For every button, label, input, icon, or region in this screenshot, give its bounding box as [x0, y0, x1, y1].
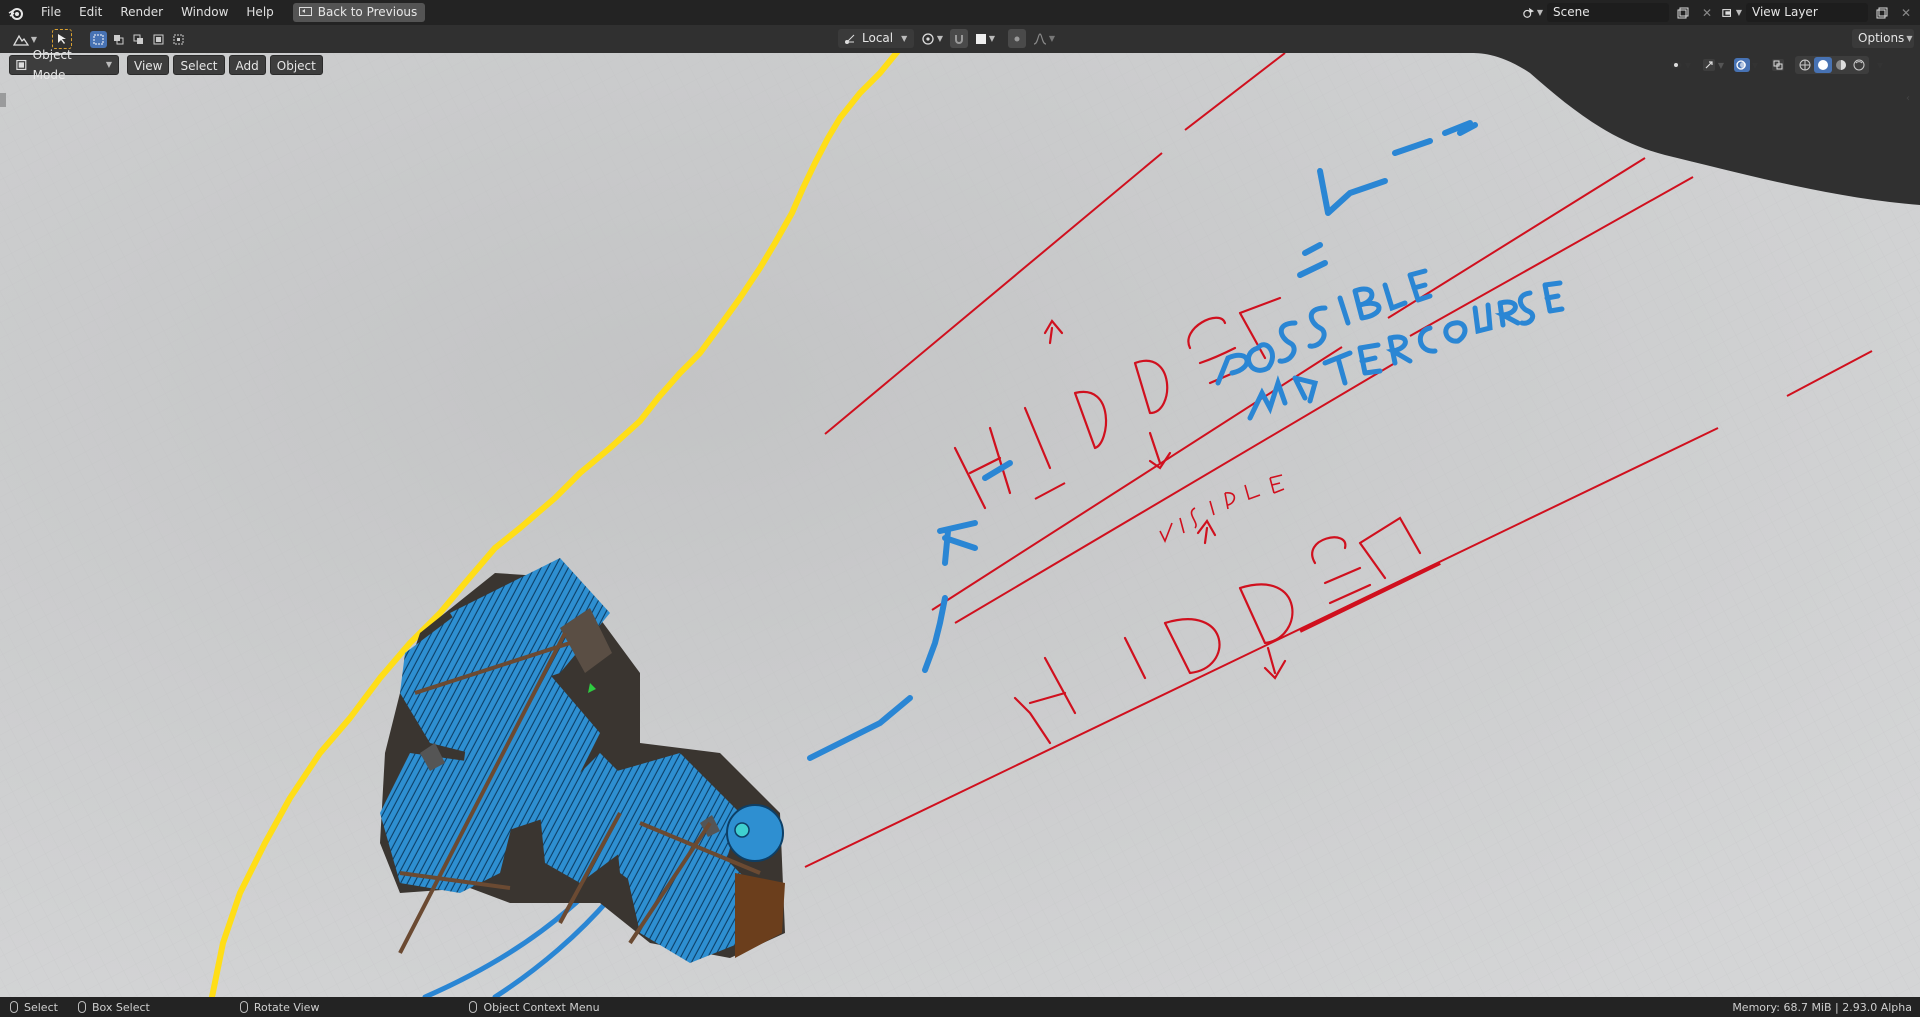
view-layer-icon[interactable]: ▼ — [1722, 3, 1742, 22]
top-bar: File Edit Render Window Help Back to Pre… — [0, 0, 1920, 25]
orientation-label: Local — [862, 31, 894, 45]
view-layer-selector: ▼ View Layer ✕ — [1722, 3, 1916, 22]
rendered-shading-icon[interactable] — [1850, 57, 1868, 73]
mouse-middle-icon — [239, 1001, 248, 1013]
status-box-select: Box Select — [77, 1000, 150, 1014]
toolbar-toggle-icon[interactable] — [0, 93, 6, 107]
transform-controls: Local ▼ ▼ ▼ ▼ — [838, 29, 1058, 48]
material-shading-icon[interactable] — [1832, 57, 1850, 73]
options-label: Options — [1858, 31, 1905, 45]
falloff-icon[interactable]: ▼ — [1030, 29, 1058, 48]
solid-shading-icon[interactable] — [1814, 57, 1832, 73]
select-extend-icon[interactable] — [110, 31, 127, 48]
options-dropdown[interactable]: Options ▼ — [1852, 29, 1914, 48]
menu-file[interactable]: File — [32, 0, 70, 25]
select-menu[interactable]: Select — [173, 55, 225, 75]
view-layer-field[interactable]: View Layer — [1746, 3, 1868, 22]
selection-mode-buttons — [90, 31, 187, 48]
object-mode-icon — [16, 59, 27, 71]
3d-viewport[interactable]: ‹ — [0, 53, 1920, 997]
menu-window[interactable]: Window — [172, 0, 237, 25]
status-rotate-label: Rotate View — [253, 1000, 320, 1014]
xray-toggle-icon[interactable] — [1768, 56, 1788, 75]
status-context-menu: Object Context Menu — [469, 1000, 600, 1014]
add-menu[interactable]: Add — [228, 55, 266, 75]
snap-target-icon[interactable]: ▼ — [972, 29, 998, 48]
status-select: Select — [10, 1001, 58, 1014]
status-bar: Select Box Select Rotate View Object Con… — [0, 997, 1920, 1017]
shading-options-icon[interactable]: ▼ — [1872, 56, 1886, 75]
status-box-select-label: Box Select — [91, 1000, 150, 1014]
status-rotate-view: Rotate View — [239, 1000, 320, 1014]
proportional-editing-icon[interactable] — [1008, 29, 1026, 48]
back-button-label: Back to Previous — [317, 5, 418, 19]
memory-stats: Memory: 68.7 MiB | 2.93.0 Alpha — [1732, 1000, 1912, 1014]
scene-icon[interactable]: ▼ — [1523, 3, 1543, 22]
overlays-toggle-icon[interactable]: ▼ — [1731, 56, 1761, 75]
viewport-shading-controls: ▼ ▼ ▼ ▼ — [1665, 55, 1886, 75]
delete-view-layer-icon[interactable]: ✕ — [1896, 3, 1916, 22]
menu-edit[interactable]: Edit — [70, 0, 111, 25]
sidebar-toggle-icon[interactable]: ‹ — [1906, 93, 1914, 107]
tool-header: ▼ Local ▼ ▼ ▼ ▼ Options ▼ — [0, 25, 1920, 54]
transform-orientation-dropdown[interactable]: Local ▼ — [838, 29, 914, 48]
mouse-left-icon — [10, 1001, 18, 1013]
select-intersect-icon[interactable] — [170, 31, 187, 48]
menu-render[interactable]: Render — [111, 0, 172, 25]
pivot-point-icon[interactable]: ▼ — [918, 29, 946, 48]
delete-scene-icon[interactable]: ✕ — [1697, 3, 1717, 22]
mouse-drag-icon — [77, 1001, 86, 1013]
snap-toggle-icon[interactable] — [950, 29, 968, 48]
new-view-layer-icon[interactable] — [1872, 3, 1892, 22]
object-mode-dropdown[interactable]: Object Mode ▼ — [9, 48, 119, 82]
view-menu[interactable]: View — [127, 55, 170, 75]
new-scene-icon[interactable] — [1673, 3, 1693, 22]
scene-selector: ▼ Scene ✕ — [1523, 3, 1717, 22]
screen-icon — [298, 7, 312, 16]
wireframe-shading-icon[interactable] — [1796, 57, 1814, 73]
status-select-label: Select — [24, 1000, 58, 1014]
orientation-icon — [845, 34, 855, 44]
menu-help[interactable]: Help — [237, 0, 282, 25]
object-mode-label: Object Mode — [32, 48, 72, 82]
back-to-previous-button[interactable]: Back to Previous — [292, 3, 426, 22]
object-menu[interactable]: Object — [269, 55, 323, 75]
blender-logo-icon[interactable] — [0, 0, 32, 25]
mouse-right-icon — [469, 1001, 478, 1013]
status-context-label: Object Context Menu — [483, 1000, 600, 1014]
viewport-header: Object Mode ▼ View Select Add Object — [9, 48, 323, 82]
select-invert-icon[interactable] — [150, 31, 167, 48]
viewport-scene[interactable] — [0, 53, 1920, 997]
gizmo-toggle-icon[interactable]: ▼ — [1698, 56, 1728, 75]
select-subtract-icon[interactable] — [130, 31, 147, 48]
shading-mode-group — [1795, 56, 1869, 74]
scene-name-field[interactable]: Scene — [1547, 3, 1669, 22]
visibility-eye-icon[interactable]: ▼ — [1665, 56, 1695, 75]
